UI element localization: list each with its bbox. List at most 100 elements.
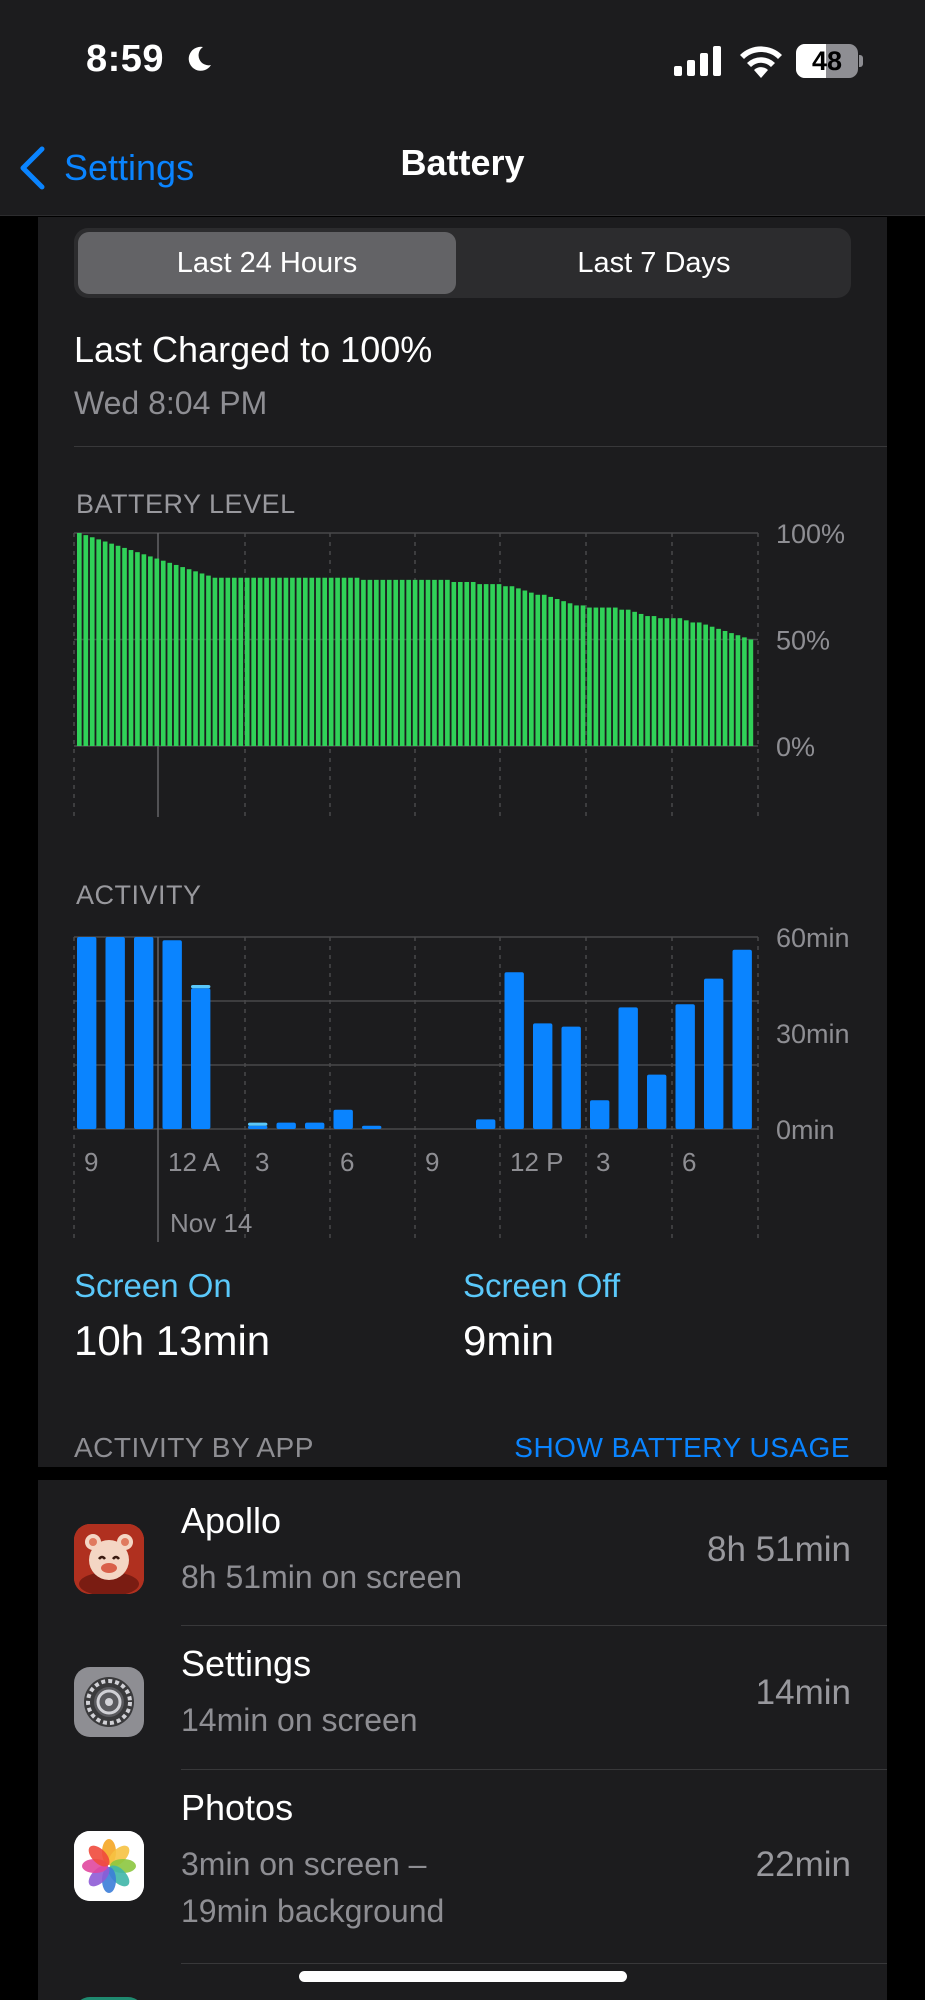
screen-off-bar [191,985,211,989]
battery-bar [516,588,521,746]
battery-bar [212,577,218,746]
battery-bar [587,607,592,746]
battery-bar [374,579,379,746]
battery-bar [593,607,599,746]
battery-bar [535,594,541,746]
battery-bar [186,569,192,746]
battery-bar [361,579,366,746]
battery-bar [696,622,702,746]
cellular-signal-icon [674,46,721,76]
battery-bar [729,633,734,746]
battery-bar [632,611,637,746]
app-row-photos[interactable]: Photos 3min on screen – 19min background… [38,1769,887,1963]
x-tick-label: 9 [84,1147,98,1177]
screen-on-bar [590,1100,610,1129]
activity-by-app-title: ACTIVITY BY APP [74,1432,314,1463]
battery-bar [483,584,489,746]
battery-bar [173,564,179,746]
battery-bar [651,616,657,746]
screen-on-bar [362,1125,382,1129]
x-tick-label: 9 [425,1147,439,1177]
battery-bar [231,577,237,746]
segment-last-7-days[interactable]: Last 7 Days [464,232,844,294]
battery-bar [658,618,663,746]
battery-bar [277,577,282,746]
battery-bar [167,562,173,746]
battery-bar [425,579,431,746]
battery-bar [148,556,153,746]
show-battery-usage-button[interactable]: SHOW BATTERY USAGE [514,1432,850,1464]
battery-bar [141,554,147,746]
battery-bar [529,592,534,746]
status-time: 8:59 [86,38,165,80]
x-tick-label: 6 [682,1147,696,1177]
screen-on-bar [333,1109,353,1129]
page-title: Battery [400,142,525,183]
battery-bar [464,581,470,746]
battery-bar [367,579,373,746]
screen-on-bar [134,937,154,1129]
wifi-icon [740,46,782,78]
app-detail: 3min on screen – [181,1846,427,1882]
battery-bar [115,545,121,746]
settings-gear-icon [74,1667,144,1737]
battery-bar [477,584,482,746]
app-name: Settings [181,1643,312,1684]
row-divider [181,1625,887,1626]
battery-bar [709,626,715,746]
app-row-settings[interactable]: Settings 14min on screen 14min [38,1625,887,1769]
battery-bar [135,552,140,746]
app-activity-list: Apollo 8h 51min on screen 8h 51min Setti… [38,1480,887,2000]
activity-by-app-header: ACTIVITY BY APP SHOW BATTERY USAGE [0,1432,925,1480]
battery-bar [722,630,728,746]
battery-bar [522,590,528,746]
screen-on-bar [533,1023,553,1129]
battery-bar [251,577,256,746]
screen-on-bar [618,1007,638,1129]
battery-bar [386,579,392,746]
y-tick-label: 30min [776,1019,850,1049]
battery-bar [735,635,741,746]
date-label: Nov 14 [170,1208,252,1238]
battery-bar [354,577,360,746]
screen-on-bar [732,949,752,1129]
battery-bar [290,577,295,746]
segment-last-24-hours[interactable]: Last 24 Hours [78,232,456,294]
battery-bar [77,533,82,746]
battery-bar [683,620,689,746]
battery-bar [419,579,424,746]
battery-bar [128,550,134,746]
app-usage-time: 8h 51min [707,1530,851,1569]
battery-bar [490,584,495,746]
battery-bar [600,607,605,746]
screen-on-bar [162,940,182,1129]
screen-on-bar [504,972,524,1129]
status-bar: 8:59 48 [0,0,925,120]
battery-icon: 48 [796,44,864,78]
screen-on-bar [105,937,125,1129]
battery-bar [554,599,560,746]
y-tick-label: 0% [776,732,815,762]
x-tick-label: 3 [596,1147,610,1177]
x-tick-label: 12 A [168,1147,221,1177]
battery-bar [303,577,308,746]
battery-bar [451,581,457,746]
battery-bar [335,577,340,746]
battery-bar [283,577,289,746]
y-tick-label: 50% [776,626,830,656]
battery-bar [206,575,211,746]
screen-on-bar [476,1119,496,1129]
battery-bar [180,567,185,746]
screen-on-bar [561,1026,581,1129]
battery-bar [219,577,224,746]
row-divider [181,1769,887,1770]
battery-bar [470,581,476,746]
battery-bar [432,579,437,746]
battery-bar [96,539,102,746]
battery-bar [664,618,670,746]
divider [74,446,887,447]
battery-bar [380,579,386,746]
y-tick-label: 100% [776,519,845,549]
home-indicator[interactable] [299,1971,627,1982]
app-row-apollo[interactable]: Apollo 8h 51min on screen 8h 51min [38,1480,887,1625]
